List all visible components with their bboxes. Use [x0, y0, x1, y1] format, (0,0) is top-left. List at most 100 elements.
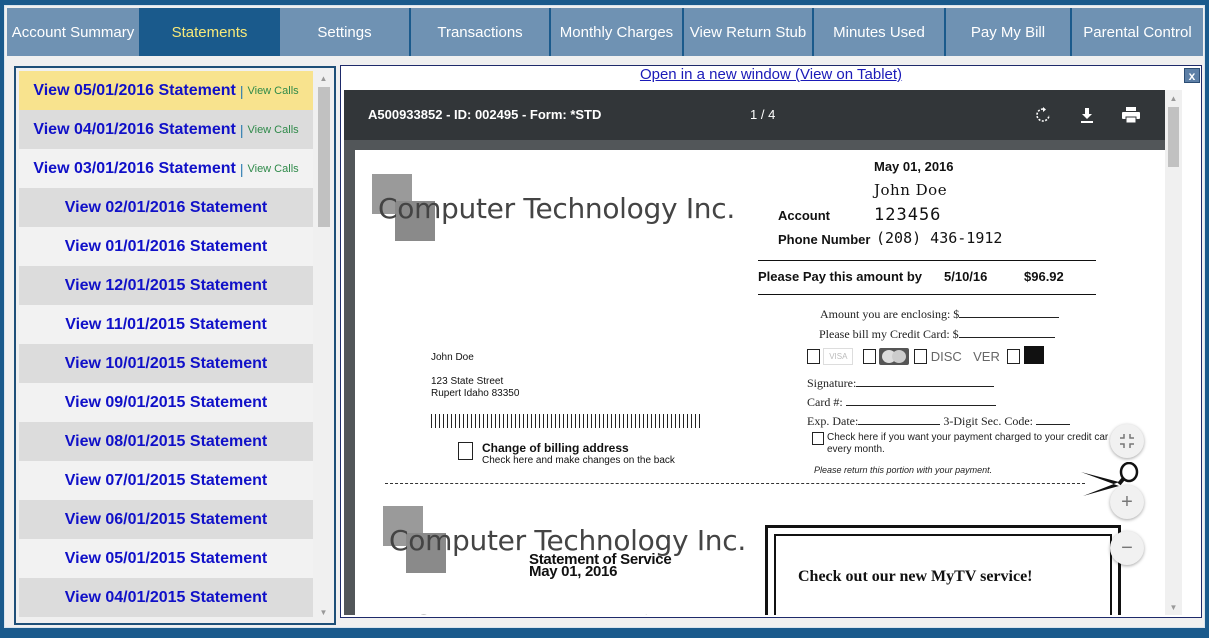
- view-statement-link[interactable]: View 05/01/2016 Statement: [33, 82, 236, 100]
- exp-date-label: Exp. Date:: [807, 414, 859, 428]
- tab-settings[interactable]: Settings: [280, 8, 411, 56]
- amount-due: $96.92: [1024, 269, 1064, 284]
- tab-minutes-used[interactable]: Minutes Used: [814, 8, 946, 56]
- view-statement-link[interactable]: View 11/01/2015 Statement: [65, 316, 267, 334]
- statement-viewer: Open in a new window (View on Tablet) x …: [340, 65, 1202, 618]
- statement-date: May 01, 2016: [874, 159, 954, 174]
- separator: |: [239, 121, 244, 138]
- open-new-window-link[interactable]: Open in a new window (View on Tablet): [341, 66, 1201, 86]
- auto-charge-line-1: Check here if you want your payment char…: [827, 432, 1109, 443]
- pay-label: Please Pay this amount by: [758, 269, 923, 284]
- address-line-1: 123 State Street: [431, 376, 504, 387]
- pdf-title: A500933852 - ID: 002495 - Form: *STD: [368, 107, 602, 122]
- enclosing-line: Amount you are enclosing: $: [820, 307, 1060, 322]
- statement-list-item: View 04/01/2015 Statement: [19, 578, 313, 617]
- view-statement-link[interactable]: View 03/01/2016 Statement: [33, 160, 236, 178]
- view-statement-link[interactable]: View 04/01/2016 Statement: [33, 121, 236, 139]
- pdf-scroll-down-icon[interactable]: ▼: [1165, 599, 1182, 615]
- scrollbar-thumb[interactable]: [318, 87, 330, 227]
- view-calls-link[interactable]: View Calls: [247, 124, 298, 136]
- view-calls-link[interactable]: View Calls: [247, 163, 298, 175]
- print-icon[interactable]: [1120, 104, 1142, 126]
- statement-list-item: View 11/01/2015 Statement: [19, 305, 313, 344]
- service-icons-row: ☏ ⚔ ➤ ◉ ➡ ☊: [415, 612, 667, 615]
- view-statement-link[interactable]: View 09/01/2015 Statement: [65, 394, 268, 412]
- company-logo-2: Computer Technology Inc.: [383, 506, 746, 573]
- pay-by-row: Please Pay this amount by 5/10/16 $96.92: [758, 260, 1096, 295]
- scroll-down-arrow-icon[interactable]: ▼: [316, 605, 331, 620]
- collapse-icon: [1120, 434, 1134, 448]
- pdf-scrollbar-thumb[interactable]: [1168, 107, 1179, 167]
- view-statement-link[interactable]: View 04/01/2015 Statement: [65, 589, 268, 607]
- visa-logo: VISA: [823, 348, 854, 365]
- postal-barcode: [431, 414, 701, 428]
- statement-list-item: View 01/01/2016 Statement: [19, 227, 313, 266]
- bill-cc-label: Please bill my Credit Card: $: [819, 327, 959, 341]
- zoom-in-button[interactable]: +: [1110, 485, 1144, 519]
- minus-icon: −: [1121, 536, 1133, 559]
- view-statement-link[interactable]: View 02/01/2016 Statement: [65, 199, 268, 217]
- mastercard-checkbox[interactable]: [862, 349, 876, 364]
- card-number-label: Card #:: [807, 395, 843, 409]
- zoom-out-button[interactable]: −: [1110, 531, 1144, 565]
- statement-list-panel: View 05/01/2016 Statement | View Calls View…: [14, 66, 336, 625]
- account-label: Account: [778, 208, 830, 223]
- statement-list-item: View 03/01/2016 Statement | View Calls: [19, 149, 313, 188]
- statement-of-service: Statement of Service May 01, 2016: [529, 552, 672, 579]
- view-calls-link[interactable]: View Calls: [247, 85, 298, 97]
- statement-list-item: View 05/01/2016 Statement | View Calls: [19, 71, 313, 110]
- due-date: 5/10/16: [944, 269, 988, 284]
- statement-list-item: View 07/01/2015 Statement: [19, 461, 313, 500]
- close-viewer-button[interactable]: x: [1184, 68, 1200, 83]
- discover-logo: DISC: [930, 349, 962, 364]
- return-note: Please return this portion with your pay…: [814, 465, 993, 475]
- rotate-icon[interactable]: [1032, 104, 1054, 126]
- tab-account-summary[interactable]: Account Summary: [7, 8, 141, 56]
- auto-charge-line-2: every month.: [827, 444, 885, 455]
- change-address-checkbox[interactable]: [458, 442, 473, 460]
- statement-list-scrollbar[interactable]: ▲ ▼: [316, 71, 331, 620]
- fit-page-button[interactable]: [1110, 424, 1144, 458]
- bill-cc-line: Please bill my Credit Card: $: [819, 327, 1055, 342]
- pdf-scroll-up-icon[interactable]: ▲: [1165, 90, 1182, 106]
- view-statement-link[interactable]: View 06/01/2015 Statement: [65, 511, 268, 529]
- download-icon[interactable]: [1076, 104, 1098, 126]
- mastercard-logo: [879, 348, 910, 365]
- change-address-title: Change of billing address: [482, 441, 629, 455]
- statement-list-item: View 10/01/2015 Statement: [19, 344, 313, 383]
- discover-checkbox[interactable]: [914, 349, 928, 364]
- statement-list: View 05/01/2016 Statement | View Calls View…: [19, 71, 313, 617]
- exp-date-line: Exp. Date: 3-Digit Sec. Code:: [807, 414, 1070, 429]
- promo-text: Check out our new MyTV service!: [798, 568, 1033, 585]
- customer-name: John Doe: [874, 181, 948, 199]
- tab-monthly-charges[interactable]: Monthly Charges: [551, 8, 684, 56]
- visa-checkbox[interactable]: [807, 349, 820, 364]
- tab-view-return-stub[interactable]: View Return Stub: [684, 8, 814, 56]
- pdf-viewer: A500933852 - ID: 002495 - Form: *STD 1 /…: [344, 90, 1182, 615]
- statement-list-item: View 12/01/2015 Statement: [19, 266, 313, 305]
- view-statement-link[interactable]: View 12/01/2015 Statement: [65, 277, 268, 295]
- tab-pay-my-bill[interactable]: Pay My Bill: [946, 8, 1072, 56]
- view-statement-link[interactable]: View 01/01/2016 Statement: [65, 238, 268, 256]
- promo-tv-box: Check out our new MyTV service!: [765, 525, 1121, 615]
- tab-bar: Account Summary Statements Settings Tran…: [7, 8, 1203, 56]
- signature-line: Signature:: [807, 376, 995, 391]
- signature-label: Signature:: [807, 376, 857, 390]
- pdf-scrollbar[interactable]: ▲ ▼: [1165, 90, 1182, 615]
- view-statement-link[interactable]: View 08/01/2015 Statement: [65, 433, 268, 451]
- scroll-up-arrow-icon[interactable]: ▲: [316, 71, 331, 86]
- account-number: 123456: [874, 205, 942, 225]
- statement-list-item: View 05/01/2015 Statement: [19, 539, 313, 578]
- tab-parental-control[interactable]: Parental Control: [1072, 8, 1203, 56]
- card-brand-row: VISA DISC VER: [807, 346, 1044, 365]
- tab-transactions[interactable]: Transactions: [411, 8, 551, 56]
- close-icon: x: [1188, 68, 1196, 83]
- view-statement-link[interactable]: View 05/01/2015 Statement: [65, 550, 268, 568]
- statement-list-item: View 04/01/2016 Statement | View Calls: [19, 110, 313, 149]
- view-statement-link[interactable]: View 10/01/2015 Statement: [65, 355, 268, 373]
- tab-statements[interactable]: Statements: [141, 8, 280, 56]
- auto-charge-checkbox[interactable]: [812, 432, 824, 445]
- view-statement-link[interactable]: View 07/01/2015 Statement: [65, 472, 268, 490]
- amex-checkbox[interactable]: [1007, 349, 1021, 364]
- auto-charge-text: Check here if you want your payment char…: [827, 432, 1108, 456]
